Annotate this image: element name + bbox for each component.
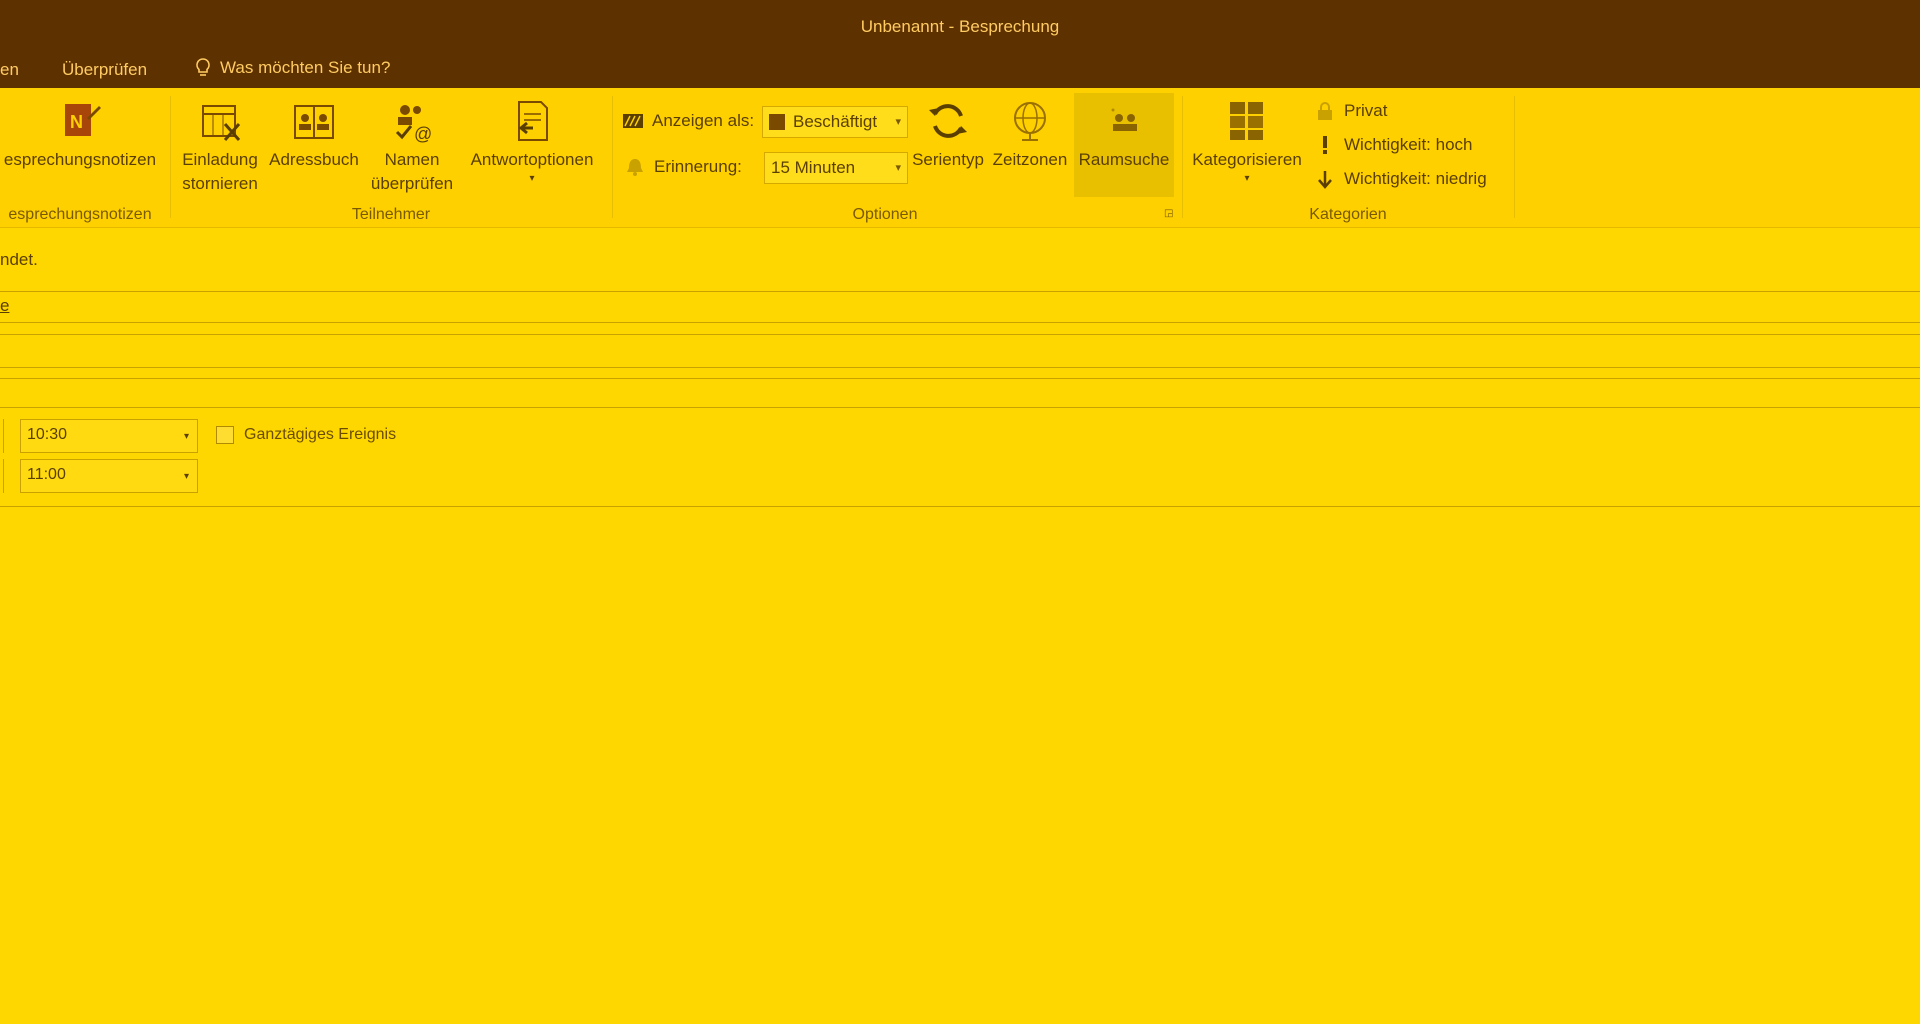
time-zones-button[interactable]: Zeitzonen (990, 98, 1070, 172)
reminder-dropdown[interactable]: 15 Minuten ▾ (764, 152, 908, 184)
busy-status-icon (623, 114, 643, 128)
group-separator (1514, 96, 1515, 218)
cancel-invitation-line2: stornieren (182, 174, 258, 193)
reminder-label: Erinnerung: (654, 157, 742, 176)
svg-text:@: @ (414, 124, 432, 144)
response-options-button[interactable]: Antwortoptionen ▾ (460, 98, 604, 186)
cancel-invitation-line1: Einladung (182, 150, 258, 169)
ribbon: N esprechungsnotizen esprechungsnotizen … (0, 88, 1920, 228)
importance-low-button[interactable]: Wichtigkeit: niedrig (1314, 168, 1487, 190)
busy-swatch (769, 114, 785, 130)
calendar-cancel-icon (202, 105, 241, 141)
lightbulb-icon (196, 58, 210, 76)
lock-icon (1318, 102, 1332, 120)
group-label-tags: Kategorien (1309, 206, 1387, 223)
divider (0, 334, 1920, 335)
group-label-options: Optionen (852, 206, 918, 223)
reminder-value: 15 Minuten (771, 158, 856, 177)
onenote-icon: N (65, 104, 101, 136)
start-date-field-edge[interactable] (0, 419, 4, 453)
field-label-fragment: e (0, 296, 10, 315)
group-label-notes: esprechungsnotizen (8, 206, 152, 223)
group-separator (1182, 96, 1183, 218)
meeting-body-editor[interactable] (0, 507, 1920, 1024)
importance-high-button[interactable]: Wichtigkeit: hoch (1314, 134, 1473, 156)
private-button[interactable]: Privat (1314, 100, 1387, 122)
room-finder-button[interactable]: Raumsuche (1074, 93, 1174, 197)
divider (0, 367, 1920, 368)
menu-tab-partial[interactable]: en (0, 60, 19, 80)
categorize-label: Kategorisieren (1192, 150, 1302, 169)
end-date-field-edge[interactable] (0, 459, 4, 493)
end-time-select[interactable]: 11:00 ▾ (20, 459, 198, 493)
room-finder-icon (1111, 108, 1137, 131)
cancel-invitation-button[interactable]: Einladung stornieren (178, 98, 262, 196)
arrow-down-icon (1318, 171, 1332, 189)
check-names-line1: Namen (384, 150, 440, 169)
end-time-value: 11:00 (27, 466, 66, 483)
categorize-icon (1230, 102, 1263, 140)
show-as-label: Anzeigen als: (652, 111, 755, 130)
globe-icon (1014, 102, 1046, 141)
menu-tab-review[interactable]: Überprüfen (62, 60, 147, 80)
chevron-down-icon: ▾ (183, 471, 189, 482)
all-day-row[interactable]: Ganztägiges Ereignis (216, 426, 396, 444)
group-label-attendees: Teilnehmer (351, 206, 431, 223)
info-bar-text: ndet. (0, 250, 38, 269)
title-bar: Unbenannt - Besprechung en Überprüfen Wa… (0, 0, 1920, 88)
response-options-icon (518, 101, 548, 141)
bell-icon (627, 159, 643, 176)
divider (0, 291, 1920, 292)
chevron-down-icon: ▾ (529, 173, 535, 184)
tell-me-search[interactable]: Was möchten Sie tun? (194, 57, 390, 79)
start-time-value: 10:30 (27, 426, 68, 443)
divider (0, 378, 1920, 379)
private-label: Privat (1344, 101, 1388, 120)
address-book-icon (294, 105, 334, 139)
address-book-button[interactable]: Adressbuch (264, 98, 364, 172)
check-names-icon: @ (395, 105, 432, 144)
divider (0, 322, 1920, 323)
recurrence-label: Serientyp (912, 150, 984, 169)
show-as-value: Beschäftigt (793, 112, 878, 131)
all-day-label: Ganztägiges Ereignis (244, 426, 397, 443)
meeting-notes-label: esprechungsnotizen (3, 150, 157, 169)
recurrence-icon (929, 104, 967, 138)
check-names-button[interactable]: @ Namen überprüfen (362, 98, 462, 196)
reminder-row: Erinnerung: (624, 156, 742, 178)
window-title: Unbenannt - Besprechung (860, 17, 1060, 36)
exclamation-icon (1323, 136, 1327, 154)
chevron-down-icon: ▾ (183, 431, 189, 442)
categorize-button[interactable]: Kategorisieren ▾ (1186, 98, 1308, 186)
show-as-dropdown[interactable]: Beschäftigt ▾ (762, 106, 908, 138)
dialog-launcher-icon[interactable]: ◲ (1164, 208, 1173, 219)
address-book-label: Adressbuch (269, 150, 359, 169)
check-names-line2: überprüfen (370, 174, 454, 193)
importance-low-label: Wichtigkeit: niedrig (1344, 169, 1487, 188)
show-as-row: Anzeigen als: (622, 110, 754, 132)
response-options-label: Antwortoptionen (470, 150, 594, 169)
start-time-select[interactable]: 10:30 ▾ (20, 419, 198, 453)
chevron-down-icon: ▾ (895, 116, 901, 128)
importance-high-label: Wichtigkeit: hoch (1344, 135, 1473, 154)
chevron-down-icon: ▾ (895, 162, 901, 174)
svg-text:N: N (70, 112, 83, 132)
time-zones-label: Zeitzonen (992, 150, 1068, 169)
all-day-checkbox[interactable] (216, 426, 234, 444)
group-separator (170, 96, 171, 218)
divider (0, 407, 1920, 408)
group-separator (612, 96, 613, 218)
meeting-notes-button[interactable]: N esprechungsnotizen (0, 98, 160, 172)
recurrence-button[interactable]: Serientyp (908, 98, 988, 172)
tell-me-label: Was möchten Sie tun? (220, 58, 391, 77)
chevron-down-icon: ▾ (1244, 173, 1250, 184)
room-finder-label: Raumsuche (1078, 150, 1170, 169)
